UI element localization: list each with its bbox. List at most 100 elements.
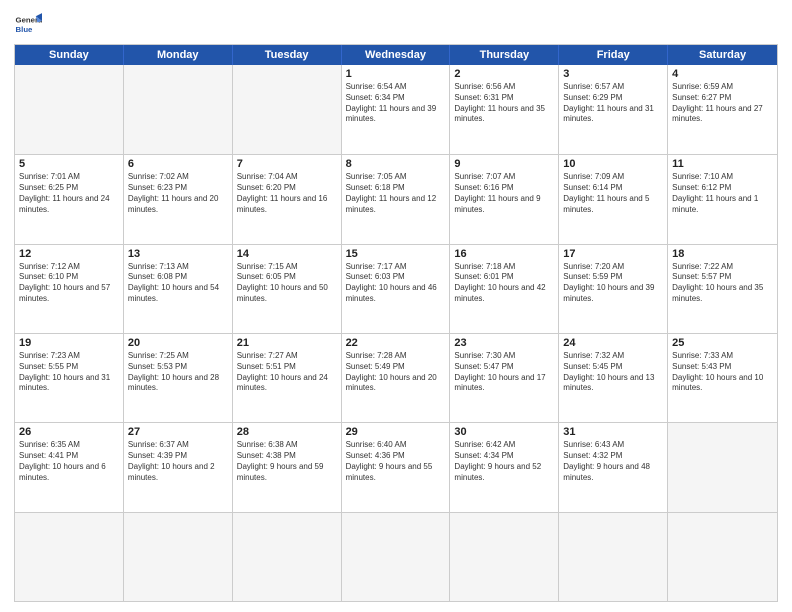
day-number: 5 bbox=[19, 158, 119, 170]
week-row-4: 26Sunrise: 6:35 AM Sunset: 4:41 PM Dayli… bbox=[15, 422, 777, 511]
calendar: SundayMondayTuesdayWednesdayThursdayFrid… bbox=[14, 44, 778, 602]
header-day-thursday: Thursday bbox=[450, 45, 559, 65]
cell-info: Sunrise: 6:56 AM Sunset: 6:31 PM Dayligh… bbox=[454, 82, 554, 125]
cell-info: Sunrise: 7:33 AM Sunset: 5:43 PM Dayligh… bbox=[672, 351, 773, 394]
cal-cell: 7 Sunrise: 7:04 AM Sunset: 6:20 PM Daylig… bbox=[233, 155, 342, 243]
day-number: 6 bbox=[128, 158, 228, 170]
cell-info: Sunrise: 7:07 AM Sunset: 6:16 PM Dayligh… bbox=[454, 172, 554, 215]
cell-info: Sunrise: 7:27 AM Sunset: 5:51 PM Dayligh… bbox=[237, 351, 337, 394]
cal-cell: 4Sunrise: 6:59 AM Sunset: 6:27 PM Daylig… bbox=[668, 65, 777, 154]
cell-info: Sunrise: 7:18 AM Sunset: 6:01 PM Dayligh… bbox=[454, 262, 554, 305]
cal-cell bbox=[15, 65, 124, 154]
cal-cell: 27 Sunrise: 6:37 AM Sunset: 4:39 PM Dayli… bbox=[124, 423, 233, 511]
day-number: 11 bbox=[672, 158, 773, 170]
cal-cell: 22 Sunrise: 7:28 AM Sunset: 5:49 PM Dayli… bbox=[342, 334, 451, 422]
day-number: 12 bbox=[19, 248, 119, 260]
header: General Blue bbox=[14, 10, 778, 38]
cal-cell: 2Sunrise: 6:56 AM Sunset: 6:31 PM Daylig… bbox=[450, 65, 559, 154]
header-day-monday: Monday bbox=[124, 45, 233, 65]
cell-info: Sunrise: 7:25 AM Sunset: 5:53 PM Dayligh… bbox=[128, 351, 228, 394]
cal-cell: 20Sunrise: 7:25 AM Sunset: 5:53 PM Dayli… bbox=[124, 334, 233, 422]
cell-info: Sunrise: 6:43 AM Sunset: 4:32 PM Dayligh… bbox=[563, 440, 663, 483]
cal-cell: 25 Sunrise: 7:33 AM Sunset: 5:43 PM Dayli… bbox=[668, 334, 777, 422]
day-number: 4 bbox=[672, 68, 773, 80]
day-number: 3 bbox=[563, 68, 663, 80]
cal-cell: 9 Sunrise: 7:07 AM Sunset: 6:16 PM Daylig… bbox=[450, 155, 559, 243]
cal-cell bbox=[15, 513, 124, 601]
cal-cell: 10 Sunrise: 7:09 AM Sunset: 6:14 PM Dayli… bbox=[559, 155, 668, 243]
cell-info: Sunrise: 7:17 AM Sunset: 6:03 PM Dayligh… bbox=[346, 262, 446, 305]
day-number: 22 bbox=[346, 337, 446, 349]
cal-cell: 17 Sunrise: 7:20 AM Sunset: 5:59 PM Dayli… bbox=[559, 245, 668, 333]
header-day-tuesday: Tuesday bbox=[233, 45, 342, 65]
week-row-1: 5 Sunrise: 7:01 AM Sunset: 6:25 PM Daylig… bbox=[15, 154, 777, 243]
day-number: 31 bbox=[563, 426, 663, 438]
cal-cell: 1Sunrise: 6:54 AM Sunset: 6:34 PM Daylig… bbox=[342, 65, 451, 154]
cal-cell bbox=[233, 513, 342, 601]
week-row-2: 12 Sunrise: 7:12 AM Sunset: 6:10 PM Dayli… bbox=[15, 244, 777, 333]
day-number: 23 bbox=[454, 337, 554, 349]
day-number: 27 bbox=[128, 426, 228, 438]
day-number: 17 bbox=[563, 248, 663, 260]
cal-cell: 8Sunrise: 7:05 AM Sunset: 6:18 PM Daylig… bbox=[342, 155, 451, 243]
cal-cell: 5 Sunrise: 7:01 AM Sunset: 6:25 PM Daylig… bbox=[15, 155, 124, 243]
day-number: 19 bbox=[19, 337, 119, 349]
day-number: 25 bbox=[672, 337, 773, 349]
cal-cell bbox=[124, 513, 233, 601]
cal-cell: 29 Sunrise: 6:40 AM Sunset: 4:36 PM Dayli… bbox=[342, 423, 451, 511]
day-number: 15 bbox=[346, 248, 446, 260]
cal-cell: 11 Sunrise: 7:10 AM Sunset: 6:12 PM Dayli… bbox=[668, 155, 777, 243]
cal-cell: 3Sunrise: 6:57 AM Sunset: 6:29 PM Daylig… bbox=[559, 65, 668, 154]
week-row-3: 19 Sunrise: 7:23 AM Sunset: 5:55 PM Dayli… bbox=[15, 333, 777, 422]
cell-info: Sunrise: 7:20 AM Sunset: 5:59 PM Dayligh… bbox=[563, 262, 663, 305]
day-number: 24 bbox=[563, 337, 663, 349]
day-number: 9 bbox=[454, 158, 554, 170]
cell-info: Sunrise: 7:04 AM Sunset: 6:20 PM Dayligh… bbox=[237, 172, 337, 215]
header-day-sunday: Sunday bbox=[15, 45, 124, 65]
cell-info: Sunrise: 6:37 AM Sunset: 4:39 PM Dayligh… bbox=[128, 440, 228, 483]
calendar-header: SundayMondayTuesdayWednesdayThursdayFrid… bbox=[15, 45, 777, 65]
day-number: 28 bbox=[237, 426, 337, 438]
day-number: 30 bbox=[454, 426, 554, 438]
cal-cell: 13Sunrise: 7:13 AM Sunset: 6:08 PM Dayli… bbox=[124, 245, 233, 333]
cell-info: Sunrise: 7:28 AM Sunset: 5:49 PM Dayligh… bbox=[346, 351, 446, 394]
cal-cell: 31 Sunrise: 6:43 AM Sunset: 4:32 PM Dayli… bbox=[559, 423, 668, 511]
cal-cell: 28 Sunrise: 6:38 AM Sunset: 4:38 PM Dayli… bbox=[233, 423, 342, 511]
day-number: 10 bbox=[563, 158, 663, 170]
header-day-saturday: Saturday bbox=[668, 45, 777, 65]
cal-cell: 14 Sunrise: 7:15 AM Sunset: 6:05 PM Dayli… bbox=[233, 245, 342, 333]
cal-cell: 19 Sunrise: 7:23 AM Sunset: 5:55 PM Dayli… bbox=[15, 334, 124, 422]
cal-cell: 24Sunrise: 7:32 AM Sunset: 5:45 PM Dayli… bbox=[559, 334, 668, 422]
cell-info: Sunrise: 7:01 AM Sunset: 6:25 PM Dayligh… bbox=[19, 172, 119, 215]
cal-cell: 16Sunrise: 7:18 AM Sunset: 6:01 PM Dayli… bbox=[450, 245, 559, 333]
cal-cell: 6Sunrise: 7:02 AM Sunset: 6:23 PM Daylig… bbox=[124, 155, 233, 243]
cell-info: Sunrise: 7:23 AM Sunset: 5:55 PM Dayligh… bbox=[19, 351, 119, 394]
cal-cell bbox=[124, 65, 233, 154]
cal-cell: 15 Sunrise: 7:17 AM Sunset: 6:03 PM Dayli… bbox=[342, 245, 451, 333]
cell-info: Sunrise: 7:12 AM Sunset: 6:10 PM Dayligh… bbox=[19, 262, 119, 305]
day-number: 14 bbox=[237, 248, 337, 260]
logo-icon: General Blue bbox=[14, 10, 42, 38]
header-day-friday: Friday bbox=[559, 45, 668, 65]
cell-info: Sunrise: 7:05 AM Sunset: 6:18 PM Dayligh… bbox=[346, 172, 446, 215]
cal-cell bbox=[668, 423, 777, 511]
svg-text:Blue: Blue bbox=[16, 25, 34, 34]
cell-info: Sunrise: 7:09 AM Sunset: 6:14 PM Dayligh… bbox=[563, 172, 663, 215]
day-number: 29 bbox=[346, 426, 446, 438]
cal-cell bbox=[450, 513, 559, 601]
day-number: 18 bbox=[672, 248, 773, 260]
cell-info: Sunrise: 7:10 AM Sunset: 6:12 PM Dayligh… bbox=[672, 172, 773, 215]
cal-cell bbox=[342, 513, 451, 601]
day-number: 7 bbox=[237, 158, 337, 170]
cell-info: Sunrise: 7:15 AM Sunset: 6:05 PM Dayligh… bbox=[237, 262, 337, 305]
cell-info: Sunrise: 6:42 AM Sunset: 4:34 PM Dayligh… bbox=[454, 440, 554, 483]
cal-cell: 12 Sunrise: 7:12 AM Sunset: 6:10 PM Dayli… bbox=[15, 245, 124, 333]
cell-info: Sunrise: 6:40 AM Sunset: 4:36 PM Dayligh… bbox=[346, 440, 446, 483]
cell-info: Sunrise: 6:38 AM Sunset: 4:38 PM Dayligh… bbox=[237, 440, 337, 483]
cal-cell bbox=[668, 513, 777, 601]
cal-cell: 18Sunrise: 7:22 AM Sunset: 5:57 PM Dayli… bbox=[668, 245, 777, 333]
cal-cell bbox=[233, 65, 342, 154]
cal-cell: 21Sunrise: 7:27 AM Sunset: 5:51 PM Dayli… bbox=[233, 334, 342, 422]
cal-cell bbox=[559, 513, 668, 601]
cell-info: Sunrise: 7:13 AM Sunset: 6:08 PM Dayligh… bbox=[128, 262, 228, 305]
